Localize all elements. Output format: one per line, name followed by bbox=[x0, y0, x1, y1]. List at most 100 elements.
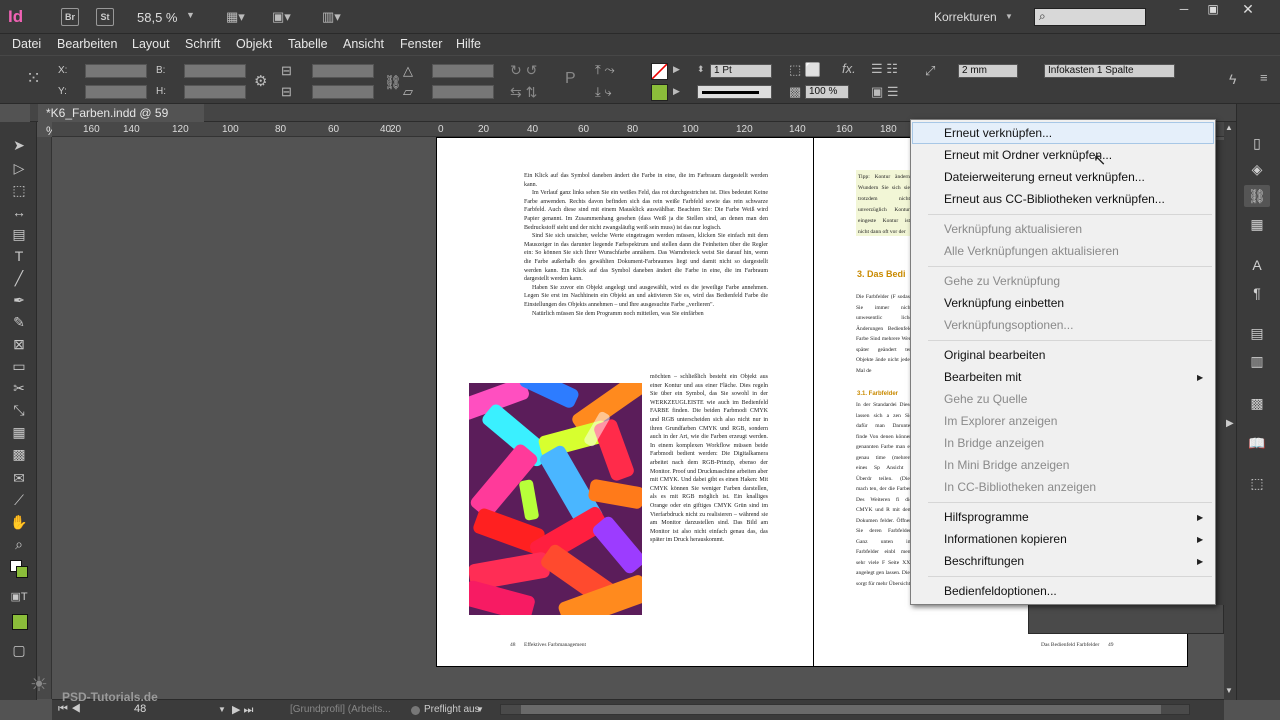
menu-fenster[interactable]: Fenster bbox=[400, 37, 442, 51]
minimize-icon[interactable]: ─ bbox=[1168, 0, 1200, 18]
menu-item-11[interactable]: Bearbeiten mit bbox=[944, 370, 1021, 384]
p-icon[interactable]: P bbox=[565, 70, 576, 88]
text-wrap-icon[interactable]: ⬚ ⬜ bbox=[789, 62, 821, 78]
opacity-icon[interactable]: ▩ bbox=[789, 84, 801, 100]
object-style-select[interactable]: Infokasten 1 Spalte bbox=[1044, 64, 1175, 78]
chevron-down-icon[interactable]: ▼ bbox=[186, 10, 195, 20]
rotation-field[interactable] bbox=[432, 64, 494, 78]
screen-mode-icon[interactable]: ▢ bbox=[9, 641, 29, 659]
opacity-field[interactable]: 100 % bbox=[805, 85, 849, 99]
menu-item-2[interactable]: Erneut mit Ordner verknüpfen... bbox=[944, 148, 1112, 162]
object-styles-icon[interactable]: ▤ bbox=[1244, 322, 1270, 344]
zoom-tool-icon[interactable]: ⌕ bbox=[9, 535, 29, 553]
stroke-color-icon[interactable] bbox=[16, 566, 28, 578]
swatches-icon[interactable]: ▩ bbox=[1244, 392, 1270, 414]
gradient-tool-icon[interactable]: ▦ bbox=[9, 423, 29, 441]
y-position-field[interactable] bbox=[85, 85, 147, 99]
table-styles-icon[interactable]: ▥ bbox=[1244, 350, 1270, 372]
maximize-icon[interactable]: ▣ bbox=[1197, 0, 1229, 18]
pencil-tool-icon[interactable]: ✎ bbox=[9, 313, 29, 331]
collapse-panel-icon[interactable]: ▶ bbox=[1226, 418, 1234, 429]
menu-item-6[interactable]: Alle Verknüpfungen aktualisieren bbox=[944, 244, 1119, 258]
note-tool-icon[interactable]: ✉ bbox=[9, 469, 29, 487]
direct-selection-tool-icon[interactable]: ▷ bbox=[9, 159, 29, 177]
menu-item-14[interactable]: In Bridge anzeigen bbox=[944, 436, 1044, 450]
line-tool-icon[interactable]: ╱ bbox=[9, 269, 29, 287]
close-icon[interactable]: ✕ bbox=[1232, 0, 1264, 18]
align-left-icon[interactable]: ☰ ☷ bbox=[871, 61, 898, 77]
content-collector-icon[interactable]: ▤ bbox=[9, 225, 29, 243]
page-tool-icon[interactable]: ⬚ bbox=[9, 181, 29, 199]
menu-item-19[interactable]: Beschriftungen bbox=[944, 554, 1024, 568]
free-transform-tool-icon[interactable]: ⤡ bbox=[9, 401, 29, 419]
gap-tool-icon[interactable]: ↔ bbox=[9, 203, 29, 221]
apply-color-icon[interactable] bbox=[12, 614, 28, 630]
chevron-down-icon[interactable]: ▼ bbox=[1005, 12, 1013, 21]
menu-item-17[interactable]: Hilfsprogramme bbox=[944, 510, 1029, 524]
stroke-weight-stepper-icon[interactable]: ⬍ bbox=[697, 64, 705, 75]
align-center-icon[interactable]: ▣ ☰ bbox=[871, 84, 899, 100]
search-input[interactable] bbox=[1034, 8, 1146, 26]
shear-icon[interactable]: ▱ bbox=[403, 84, 413, 100]
scissors-tool-icon[interactable]: ✂ bbox=[9, 379, 29, 397]
lightning-icon[interactable]: ϟ bbox=[1229, 71, 1236, 87]
menu-objekt[interactable]: Objekt bbox=[236, 37, 272, 51]
workspace-switcher[interactable]: Korrekturen bbox=[934, 10, 997, 24]
scale-x-icon[interactable]: ⊟ bbox=[281, 63, 292, 79]
menu-item-8[interactable]: Verknüpfung einbetten bbox=[944, 296, 1064, 310]
menu-item-18[interactable]: Informationen kopieren bbox=[944, 532, 1067, 546]
select-content-icon[interactable]: ⤓ ⤷ bbox=[595, 84, 612, 100]
stroke-type-select[interactable] bbox=[697, 85, 772, 99]
scroll-up-icon[interactable]: ▲ bbox=[1225, 123, 1233, 132]
stroke-menu-icon[interactable]: ▶ bbox=[673, 86, 680, 97]
page-menu-icon[interactable]: ▼ bbox=[218, 705, 226, 714]
frame-fitting-icon[interactable]: ⤢ bbox=[925, 63, 935, 79]
menu-item-7[interactable]: Gehe zu Verknüpfung bbox=[944, 274, 1060, 288]
link-icon[interactable]: ⛓ bbox=[384, 74, 402, 91]
menu-ansicht[interactable]: Ansicht bbox=[343, 37, 384, 51]
gradient-feather-tool-icon[interactable]: ▩ bbox=[9, 445, 29, 463]
effects-icon[interactable]: fx. bbox=[842, 61, 856, 76]
stroke-swatch[interactable] bbox=[651, 84, 668, 101]
export-icon[interactable]: ⬚ bbox=[1244, 472, 1270, 494]
scroll-down-icon[interactable]: ▼ bbox=[1225, 686, 1233, 695]
menu-item-1[interactable]: Erneut verknüpfen... bbox=[944, 126, 1052, 140]
rotate-cw-icon[interactable]: ↻ ↺ bbox=[510, 62, 537, 79]
table-panel-icon[interactable]: ▦ bbox=[1244, 213, 1270, 235]
spacing-field[interactable]: 2 mm bbox=[958, 64, 1018, 78]
menu-schrift[interactable]: Schrift bbox=[185, 37, 220, 51]
menu-item-4[interactable]: Erneut aus CC-Bibliotheken verknüpfen... bbox=[944, 192, 1165, 206]
links-panel-icon[interactable]: ⛓ bbox=[1244, 185, 1270, 207]
clothespins-image[interactable] bbox=[469, 383, 642, 615]
arrange-documents-icon[interactable]: ▥▾ bbox=[322, 9, 341, 25]
menu-item-13[interactable]: Im Explorer anzeigen bbox=[944, 414, 1057, 428]
document-tab[interactable]: *K6_Farben.indd @ 59 %✕ bbox=[38, 104, 204, 138]
x-position-field[interactable] bbox=[85, 64, 147, 78]
selection-tool-icon[interactable]: ➤ bbox=[9, 136, 29, 154]
page-number-field[interactable]: 48 bbox=[134, 703, 146, 715]
formatting-affects-container-icon[interactable]: ▣T bbox=[9, 588, 29, 606]
fill-menu-icon[interactable]: ▶ bbox=[673, 64, 680, 75]
select-container-icon[interactable]: ⤒ ⤳ bbox=[595, 62, 615, 78]
fill-swatch[interactable] bbox=[651, 63, 668, 80]
bridge-button[interactable]: Br bbox=[61, 8, 79, 26]
preflight-menu-icon[interactable]: ▼ bbox=[476, 705, 484, 714]
page-nav-next-icon[interactable]: ▶ ⏭ bbox=[232, 703, 253, 717]
scale-y-icon[interactable]: ⊟ bbox=[281, 84, 292, 100]
pen-tool-icon[interactable]: ✒ bbox=[9, 291, 29, 309]
character-styles-icon[interactable]: A bbox=[1244, 254, 1270, 276]
rotate-icon[interactable]: △ bbox=[403, 63, 413, 79]
menu-item-10[interactable]: Original bearbeiten bbox=[944, 348, 1045, 362]
menu-item-20[interactable]: Bedienfeldoptionen... bbox=[944, 584, 1057, 598]
height-field[interactable] bbox=[184, 85, 246, 99]
layers-panel-icon[interactable]: ◈ bbox=[1244, 158, 1270, 180]
hand-tool-icon[interactable]: ✋ bbox=[9, 513, 29, 531]
flip-icon[interactable]: ⇆ ⇅ bbox=[510, 84, 537, 101]
panel-menu-icon[interactable]: ≡ bbox=[1260, 70, 1268, 85]
book-icon[interactable]: 📖 bbox=[1244, 432, 1270, 454]
menu-bearbeiten[interactable]: Bearbeiten bbox=[57, 37, 117, 51]
menu-layout[interactable]: Layout bbox=[132, 37, 170, 51]
vertical-scrollbar[interactable] bbox=[1224, 122, 1236, 700]
stroke-weight-field[interactable]: 1 Pt bbox=[710, 64, 772, 78]
horizontal-scrollbar[interactable] bbox=[500, 704, 1190, 715]
